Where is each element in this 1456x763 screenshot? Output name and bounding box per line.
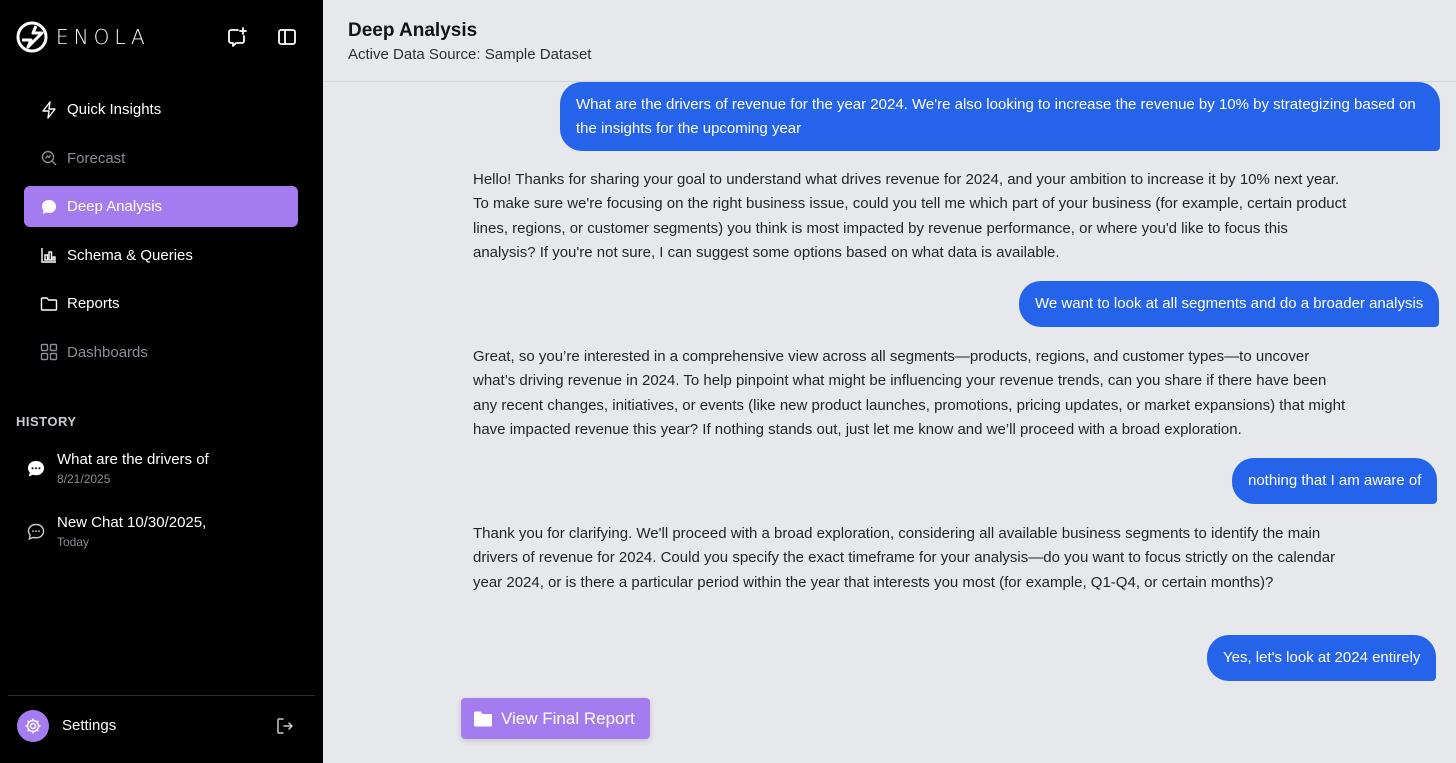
logout-icon[interactable] — [276, 717, 294, 735]
main-panel: Deep Analysis Active Data Source: Sample… — [323, 0, 1456, 763]
assistant-message: Thank you for clarifying. We'll proceed … — [473, 525, 1336, 591]
lightning-icon — [40, 100, 58, 119]
page-subtitle: Active Data Source: Sample Dataset — [348, 46, 592, 63]
gear-icon — [25, 718, 41, 734]
sidebar-nav: Quick Insights Forecast Deep Analysis Sc… — [24, 89, 298, 380]
sidebar-item-label: Schema & Queries — [67, 246, 193, 264]
sidebar-item-label: Dashboards — [67, 343, 148, 361]
sidebar-item-label: Reports — [67, 295, 120, 312]
history-item-date: 8/21/2025 — [57, 472, 111, 486]
user-message: Yes, let's look at 2024 entirely — [1207, 635, 1437, 681]
user-message: We want to look at all segments and do a… — [1019, 281, 1440, 327]
history-item[interactable]: What are the drivers of 8/21/2025 — [26, 451, 306, 486]
history-item-date: Today — [57, 535, 90, 549]
sidebar-item-label: Quick Insights — [67, 101, 162, 118]
sidebar-toggle-icon[interactable] — [276, 26, 298, 48]
sidebar-item-dashboards[interactable]: Dashboards — [24, 332, 298, 373]
assistant-message: Great, so you’re interested in a compreh… — [473, 348, 1346, 438]
header: Deep Analysis Active Data Source: Sample… — [323, 0, 1456, 82]
sidebar-divider — [8, 695, 315, 696]
sidebar-item-schema-queries[interactable]: Schema & Queries — [24, 235, 298, 276]
sidebar-item-label: Forecast — [67, 149, 126, 167]
history-item[interactable]: New Chat 10/30/2025, Today — [26, 514, 306, 549]
grid-icon — [40, 343, 58, 361]
assistant-message: Hello! Thanks for sharing your goal to u… — [473, 171, 1347, 261]
user-message: nothing that I am aware of — [1232, 458, 1438, 504]
folder-icon — [40, 295, 58, 313]
view-final-report-button[interactable]: View Final Report — [461, 698, 650, 739]
chat-bubble-icon — [40, 198, 58, 216]
settings-label[interactable]: Settings — [62, 717, 116, 734]
sidebar-item-deep-analysis[interactable]: Deep Analysis — [24, 186, 298, 227]
history-item-title: What are the drivers of — [57, 451, 209, 468]
sidebar-item-reports[interactable]: Reports — [24, 283, 298, 324]
sidebar-item-quick-insights[interactable]: Quick Insights — [24, 89, 298, 130]
enola-logo-icon — [16, 21, 48, 53]
sidebar: ENOLA Quick Insights Forecast Deep Analy… — [0, 0, 323, 763]
bar-chart-icon — [40, 246, 58, 264]
user-message: What are the drivers of revenue for the … — [560, 82, 1440, 151]
history-title: HISTORY — [16, 414, 77, 429]
chat-bubble-outline-icon — [27, 523, 45, 541]
sidebar-item-forecast[interactable]: Forecast — [24, 138, 298, 179]
brand: ENOLA — [16, 21, 150, 53]
new-chat-icon[interactable] — [226, 26, 248, 48]
settings-button[interactable] — [17, 710, 49, 742]
chat-bubble-icon — [28, 461, 44, 477]
search-chart-icon — [40, 149, 58, 167]
history-item-title: New Chat 10/30/2025, — [57, 514, 207, 531]
brand-name: ENOLA — [56, 25, 150, 49]
view-final-report-label: View Final Report — [501, 708, 635, 728]
sidebar-item-label: Deep Analysis — [67, 198, 163, 215]
folder-icon — [474, 711, 492, 726]
page-title: Deep Analysis — [348, 20, 478, 41]
